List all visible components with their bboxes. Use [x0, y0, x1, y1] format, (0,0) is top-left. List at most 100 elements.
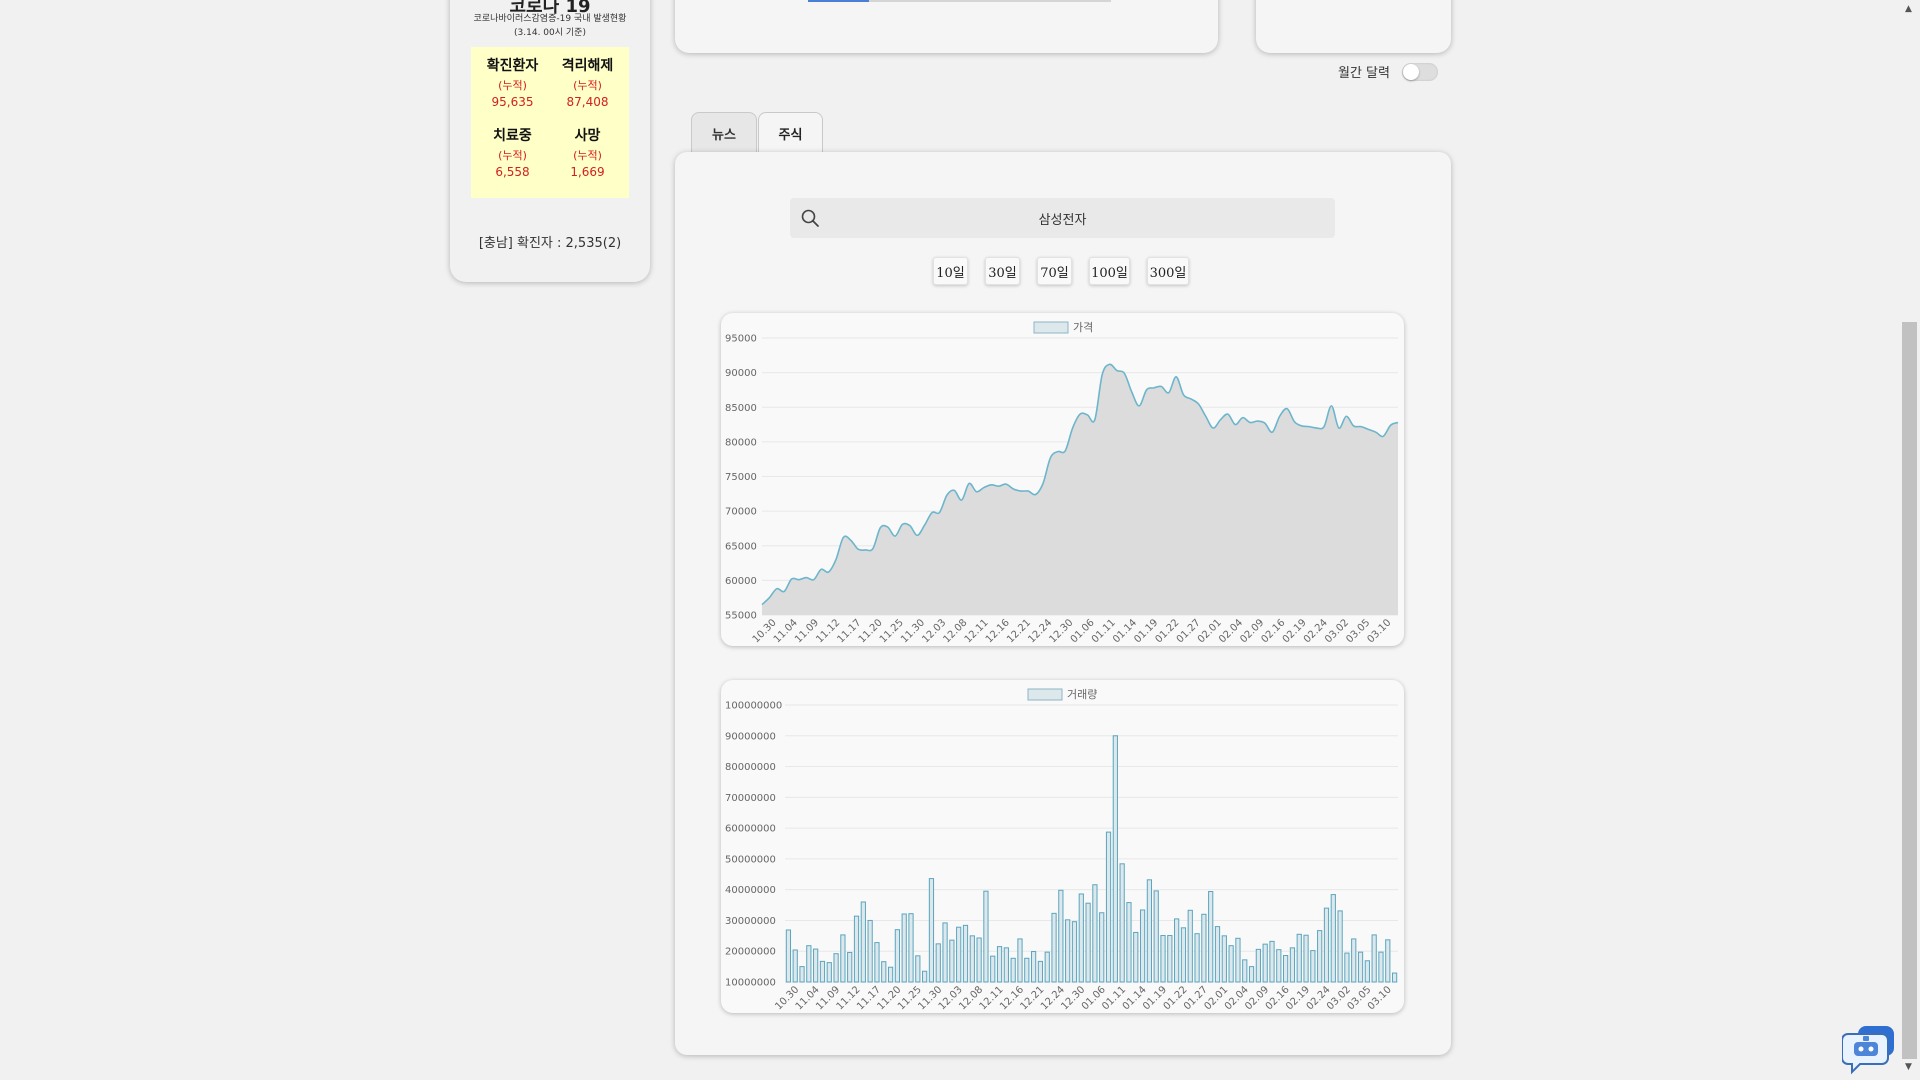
scrollbar-thumb[interactable] [1902, 322, 1917, 1059]
volume-bar[interactable] [1126, 902, 1132, 983]
volume-bar[interactable] [1003, 947, 1009, 983]
volume-bar[interactable] [894, 929, 900, 983]
volume-bar[interactable] [962, 924, 969, 983]
volume-bar[interactable] [1378, 951, 1384, 983]
monthly-calendar-toggle[interactable] [1401, 62, 1438, 81]
volume-bar[interactable] [1146, 879, 1153, 983]
volume-bar[interactable] [1037, 960, 1044, 983]
volume-bar[interactable] [799, 966, 805, 983]
volume-bar[interactable] [826, 962, 832, 983]
volume-bar[interactable] [1167, 935, 1173, 983]
volume-bar[interactable] [1262, 943, 1268, 983]
volume-bar[interactable] [922, 970, 928, 983]
volume-bar[interactable] [1242, 959, 1248, 983]
search-icon[interactable] [800, 208, 820, 228]
volume-bar[interactable] [1276, 949, 1282, 983]
volume-bar[interactable] [792, 949, 798, 983]
chart-legend[interactable]: 가격 [1033, 321, 1093, 334]
volume-bar[interactable] [928, 878, 935, 983]
volume-bar[interactable] [1112, 735, 1118, 983]
volume-bar[interactable] [942, 922, 948, 983]
volume-bar[interactable] [1194, 933, 1200, 983]
volume-bar[interactable] [1058, 889, 1064, 983]
volume-bar[interactable] [1044, 951, 1050, 983]
volume-bar[interactable] [1214, 926, 1221, 983]
volume-bar[interactable] [1139, 909, 1146, 983]
volume-bar[interactable] [1323, 907, 1330, 983]
volume-bar[interactable] [1221, 935, 1227, 983]
volume-bar[interactable] [1187, 909, 1193, 983]
volume-bar[interactable] [1208, 891, 1214, 983]
volume-bar[interactable] [1085, 902, 1091, 983]
volume-bar[interactable] [990, 955, 996, 983]
volume-bar[interactable] [860, 901, 866, 983]
volume-bar[interactable] [969, 935, 975, 983]
volume-bar[interactable] [1017, 938, 1023, 983]
volume-bar[interactable] [1024, 957, 1030, 983]
scroll-up-arrow[interactable]: ▲ [1905, 4, 1912, 14]
volume-bar[interactable] [1385, 939, 1391, 983]
volume-bar[interactable] [1269, 940, 1275, 983]
volume-bar[interactable] [881, 961, 887, 983]
volume-bar[interactable] [1133, 931, 1139, 983]
volume-bar[interactable] [1174, 918, 1180, 983]
volume-bar[interactable] [840, 934, 846, 983]
volume-bar[interactable] [1391, 972, 1398, 983]
range-10d-button[interactable]: 10일 [933, 257, 968, 285]
volume-bar[interactable] [1310, 950, 1316, 983]
volume-bar[interactable] [1235, 937, 1241, 983]
volume-bar[interactable] [853, 915, 860, 983]
volume-bar[interactable] [1330, 894, 1336, 983]
volume-bar[interactable] [1030, 951, 1037, 983]
chatbot-icon[interactable] [1842, 1024, 1898, 1076]
range-300d-button[interactable]: 300일 [1147, 257, 1189, 285]
tab-news[interactable]: 뉴스 [691, 112, 757, 153]
volume-bar[interactable] [1255, 948, 1261, 983]
volume-bar[interactable] [949, 939, 955, 983]
volume-bar[interactable] [1351, 938, 1357, 983]
volume-bar[interactable] [1180, 927, 1187, 983]
volume-bar[interactable] [874, 942, 880, 983]
volume-bar[interactable] [1065, 919, 1071, 983]
volume-bar[interactable] [1289, 947, 1296, 983]
volume-bar[interactable] [1303, 934, 1309, 983]
volume-bar[interactable] [785, 929, 792, 983]
volume-bar[interactable] [806, 945, 812, 983]
scroll-down-arrow[interactable]: ▼ [1905, 1062, 1912, 1072]
volume-bar[interactable] [813, 948, 819, 983]
volume-bar[interactable] [983, 890, 989, 983]
volume-bar[interactable] [867, 919, 873, 983]
volume-bar[interactable] [1010, 957, 1016, 983]
volume-bar[interactable] [1357, 951, 1364, 983]
volume-bar[interactable] [1160, 935, 1166, 983]
volume-bar[interactable] [1228, 945, 1234, 983]
volume-bar[interactable] [1364, 960, 1370, 983]
volume-bar[interactable] [1248, 966, 1255, 983]
volume-bar[interactable] [1283, 955, 1289, 983]
volume-bar[interactable] [1153, 890, 1159, 983]
volume-bar[interactable] [1051, 912, 1057, 983]
volume-bar[interactable] [1092, 884, 1098, 983]
range-100d-button[interactable]: 100일 [1089, 257, 1130, 285]
volume-bar[interactable] [1337, 910, 1343, 983]
volume-bar[interactable] [819, 960, 826, 983]
volume-bar[interactable] [833, 953, 839, 983]
volume-bar[interactable] [1296, 933, 1302, 983]
volume-bar[interactable] [1201, 913, 1207, 983]
volume-bar[interactable] [956, 926, 962, 983]
range-30d-button[interactable]: 30일 [985, 257, 1020, 285]
volume-bar[interactable] [1105, 831, 1112, 983]
chart-legend[interactable]: 거래량 [1027, 688, 1097, 701]
volume-bar[interactable] [1099, 912, 1105, 983]
volume-bar[interactable] [1317, 930, 1323, 983]
tab-stock[interactable]: 주식 [758, 112, 823, 153]
volume-bar[interactable] [1371, 934, 1377, 983]
stock-search-input[interactable] [790, 198, 1335, 238]
volume-bar[interactable] [996, 946, 1003, 983]
volume-bar[interactable] [908, 913, 914, 983]
volume-bar[interactable] [976, 937, 982, 983]
volume-bar[interactable] [901, 913, 907, 983]
volume-bar[interactable] [1119, 863, 1125, 983]
range-70d-button[interactable]: 70일 [1037, 257, 1072, 285]
volume-bar[interactable] [1344, 952, 1350, 983]
